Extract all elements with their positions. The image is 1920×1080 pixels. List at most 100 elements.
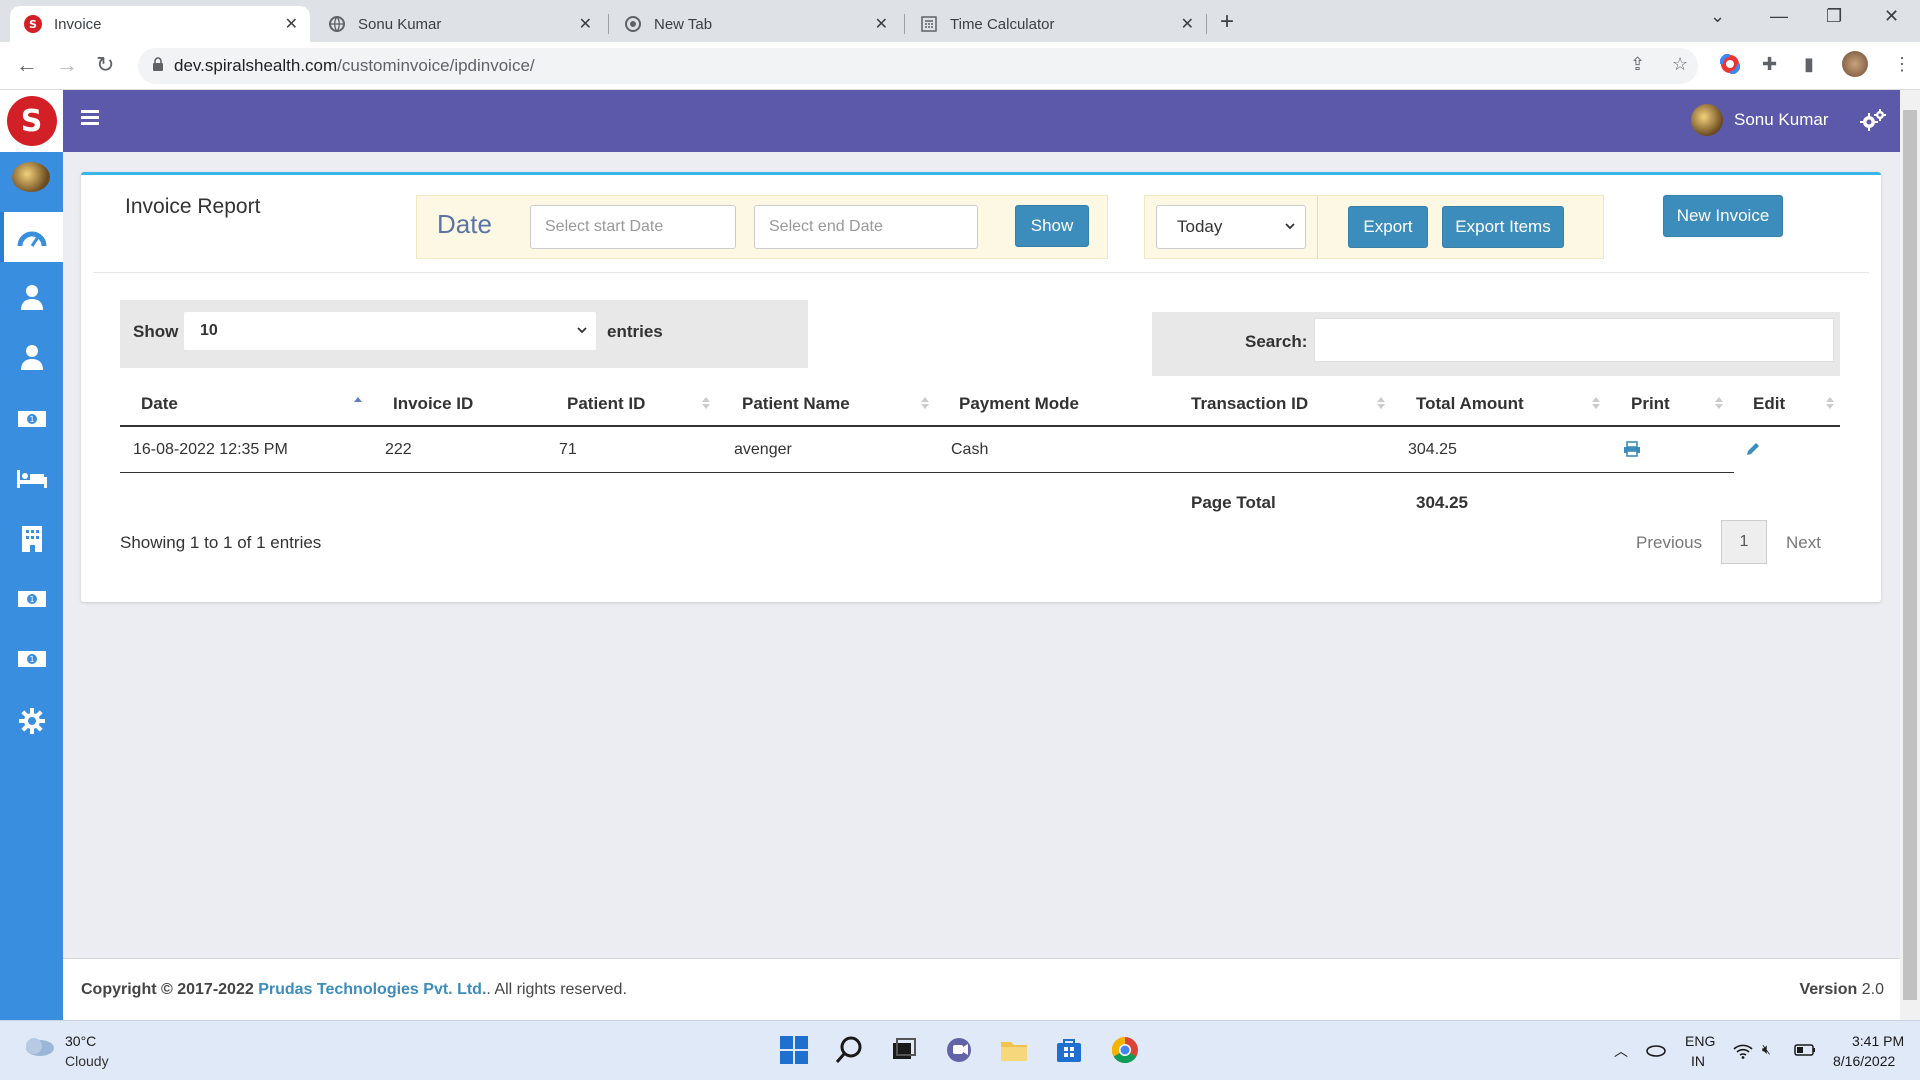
sidebar-item-user[interactable] (0, 332, 63, 382)
sort-both-icon[interactable] (1592, 395, 1600, 411)
forward-arrow-icon[interactable]: → (56, 52, 78, 78)
region-indicator[interactable]: IN (1691, 1053, 1705, 1069)
search-icon[interactable] (835, 1035, 865, 1065)
clock-time[interactable]: 3:41 PM (1852, 1033, 1904, 1049)
sidebar-item-building[interactable] (0, 514, 63, 564)
sidebar-item-money[interactable]: 1 (0, 574, 63, 624)
app-logo[interactable]: S (0, 90, 63, 152)
date-label: Date (437, 209, 492, 239)
sidebar-avatar[interactable] (12, 162, 50, 192)
col-payment-mode[interactable]: Payment Mode (959, 394, 1079, 414)
tab-new-tab[interactable]: New Tab ✕ (610, 6, 900, 42)
previous-page-button[interactable]: Previous (1636, 533, 1702, 553)
range-export-box: Today Export Export Items (1144, 195, 1604, 259)
weather-description[interactable]: Cloudy (65, 1053, 109, 1069)
wifi-icon[interactable] (1733, 1043, 1753, 1059)
tab-search-chevron-icon[interactable]: ⌄ (1710, 6, 1725, 27)
col-print[interactable]: Print (1631, 394, 1670, 414)
sidebar-item-user[interactable] (0, 272, 63, 322)
sort-both-icon[interactable] (921, 395, 929, 411)
tab-title: Invoice (54, 15, 102, 33)
sort-both-icon[interactable] (1826, 395, 1834, 411)
sidebar-item-dashboard[interactable] (0, 212, 63, 262)
col-patient-id[interactable]: Patient ID (567, 394, 645, 414)
clock-date[interactable]: 8/16/2022 (1833, 1053, 1895, 1069)
print-icon[interactable] (1623, 441, 1641, 457)
scrollbar-thumb[interactable] (1903, 110, 1917, 1000)
extension-color-icon[interactable] (1719, 53, 1741, 79)
language-indicator[interactable]: ENG (1685, 1033, 1715, 1049)
end-date-input[interactable]: Select end Date (754, 205, 978, 249)
sidebar-item-money[interactable]: 1 (0, 394, 63, 444)
user-avatar[interactable] (1691, 104, 1723, 136)
company-link[interactable]: Prudas Technologies Pvt. Ltd. (258, 981, 486, 998)
close-tab-icon[interactable]: ✕ (1181, 14, 1194, 34)
tray-chevron-up-icon[interactable]: ︿ (1614, 1041, 1628, 1061)
close-window-icon[interactable]: ✕ (1884, 6, 1899, 27)
svg-text:1: 1 (29, 595, 34, 604)
svg-text:S: S (29, 18, 37, 31)
sort-both-icon[interactable] (1715, 395, 1723, 411)
chat-icon[interactable] (944, 1035, 974, 1065)
cloud-weather-icon[interactable] (22, 1035, 56, 1057)
gears-icon[interactable] (1860, 108, 1886, 134)
col-transaction-id[interactable]: Transaction ID (1191, 394, 1308, 414)
back-arrow-icon[interactable]: ← (16, 52, 38, 78)
search-input[interactable] (1314, 318, 1834, 362)
tab-sonu-kumar[interactable]: Sonu Kumar ✕ (314, 6, 604, 42)
top-navbar: Sonu Kumar (63, 90, 1900, 152)
footer: Copyright © 2017-2022 Prudas Technologie… (63, 958, 1900, 1020)
range-select[interactable]: Today (1156, 205, 1306, 249)
task-view-icon[interactable] (889, 1035, 919, 1065)
col-total-amount[interactable]: Total Amount (1416, 394, 1524, 414)
export-button[interactable]: Export (1348, 206, 1428, 248)
url-path: /custominvoice/ipdinvoice/ (337, 56, 535, 75)
sort-both-icon[interactable] (1377, 395, 1385, 411)
profile-avatar[interactable] (1842, 51, 1868, 77)
show-button[interactable]: Show (1015, 205, 1089, 247)
minimize-icon[interactable]: — (1770, 6, 1788, 27)
new-invoice-button[interactable]: New Invoice (1663, 195, 1783, 237)
edit-pencil-icon[interactable] (1745, 441, 1761, 457)
reload-icon[interactable]: ↻ (96, 52, 114, 78)
close-tab-icon[interactable]: ✕ (875, 14, 888, 34)
user-name[interactable]: Sonu Kumar (1734, 110, 1829, 130)
tab-time-calculator[interactable]: Time Calculator ✕ (906, 6, 1206, 42)
close-tab-icon[interactable]: ✕ (285, 14, 298, 34)
sidebar-item-money[interactable]: 1 (0, 634, 63, 684)
page-total-label: Page Total (1191, 493, 1276, 512)
page-scrollbar[interactable] (1900, 90, 1920, 1020)
next-page-button[interactable]: Next (1786, 533, 1821, 553)
tab-invoice[interactable]: S Invoice ✕ (10, 6, 310, 42)
microsoft-store-icon[interactable] (1054, 1035, 1084, 1065)
chrome-taskbar-icon[interactable] (1110, 1035, 1140, 1065)
puzzle-extensions-icon[interactable]: ✚ (1762, 54, 1777, 75)
battery-icon[interactable] (1794, 1044, 1816, 1056)
close-tab-icon[interactable]: ✕ (579, 14, 592, 34)
hamburger-menu-icon[interactable] (81, 110, 99, 126)
weather-temperature[interactable]: 30°C (65, 1033, 96, 1049)
new-tab-plus-icon[interactable]: + (1220, 8, 1234, 36)
col-patient-name[interactable]: Patient Name (742, 394, 850, 414)
page-number-button[interactable]: 1 (1721, 520, 1767, 564)
sort-both-icon[interactable] (702, 395, 710, 411)
bookmark-star-icon[interactable]: ☆ (1672, 54, 1688, 75)
share-icon[interactable]: ⇪ (1630, 54, 1645, 75)
sidebar-item-bed[interactable] (0, 454, 63, 504)
menu-kebab-icon[interactable]: ⋮ (1893, 54, 1911, 75)
windows-start-icon[interactable] (779, 1035, 809, 1065)
restore-icon[interactable]: ❐ (1826, 6, 1842, 27)
start-date-input[interactable]: Select start Date (530, 205, 736, 249)
col-invoice-id[interactable]: Invoice ID (393, 394, 473, 414)
sidebar-item-settings[interactable] (0, 696, 63, 746)
export-items-button[interactable]: Export Items (1442, 206, 1564, 248)
address-bar[interactable]: dev.spiralshealth.com/custominvoice/ipdi… (138, 48, 1698, 84)
col-edit[interactable]: Edit (1753, 394, 1785, 414)
page-length-select[interactable]: 10 (184, 312, 596, 350)
col-date[interactable]: Date (141, 394, 178, 414)
onedrive-cloud-icon[interactable] (1644, 1041, 1666, 1057)
sort-asc-icon[interactable] (354, 395, 362, 411)
side-panel-icon[interactable]: ▮ (1804, 54, 1814, 75)
file-explorer-icon[interactable] (999, 1035, 1029, 1065)
volume-muted-icon[interactable]: 🔇︎ (1762, 1041, 1771, 1058)
